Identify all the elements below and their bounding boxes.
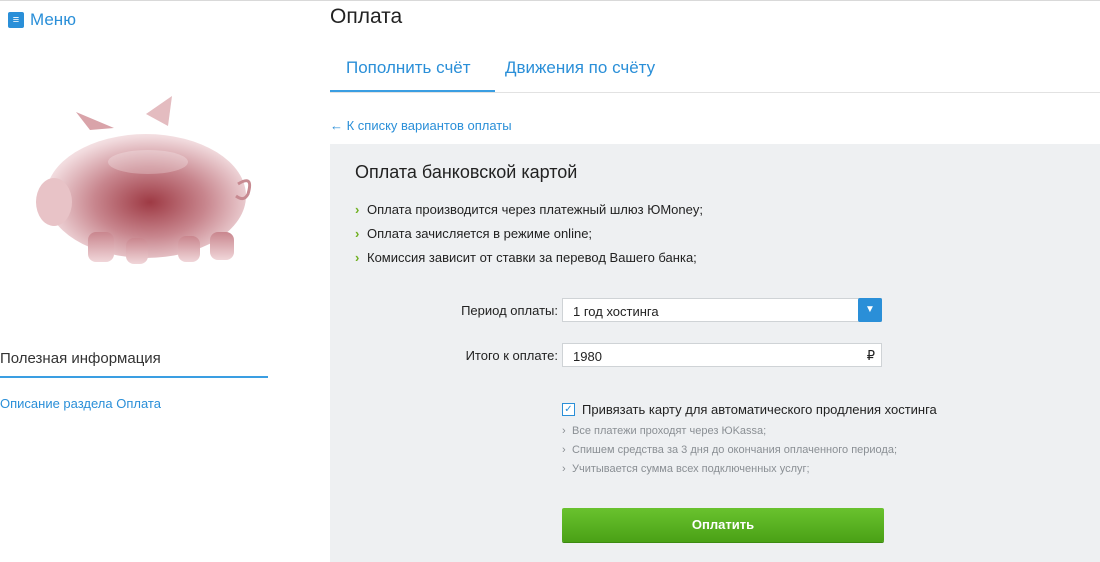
back-to-payment-options-link[interactable]: ← К списку вариантов оплаты [330,118,512,133]
period-select[interactable]: 1 год хостинга ▼ [562,298,882,322]
checkmark-icon: ✓ [564,404,573,415]
list-item: › Учитывается сумма всех подключенных усл… [562,462,897,481]
tab-account-history[interactable]: Движения по счёту [505,58,655,78]
autorenew-label: Привязать карту для автоматического прод… [582,402,937,417]
menu-label: Меню [30,10,76,29]
info-section-title: Полезная информация [0,350,161,367]
chevron-right-icon: › [355,250,360,265]
info-section-underline [0,376,268,378]
chevron-right-icon: › [355,202,360,217]
piggy-bank-image [36,96,252,264]
chevron-right-icon: › [562,463,566,475]
panel-title: Оплата банковской картой [355,162,578,182]
chevron-right-icon: › [355,226,360,241]
autorenew-option[interactable]: ✓ Привязать карту для автоматического пр… [562,402,937,417]
total-amount-field[interactable]: 1980 ₽ [562,343,882,367]
payment-description-link[interactable]: Описание раздела Оплата [0,396,161,411]
period-label: Период оплаты: [461,303,558,318]
list-item: › Комиссия зависит от ставки за перевод В… [355,250,703,274]
period-select-value: 1 год хостинга [573,304,659,319]
tab-top-up[interactable]: Пополнить счёт [346,58,471,78]
chevron-right-icon: › [562,425,566,437]
pay-button[interactable]: Оплатить [562,508,884,542]
card-payment-panel: Оплата банковской картой › Оплата произво… [330,144,1100,562]
menu-button[interactable]: ≡ Меню [8,10,76,30]
total-label: Итого к оплате: [465,348,558,363]
chevron-down-icon[interactable]: ▼ [858,298,882,322]
period-row: Период оплаты: 1 год хостинга ▼ [330,298,1100,324]
total-row: Итого к оплате: 1980 ₽ [330,343,1100,369]
active-tab-indicator [330,90,495,92]
list-item: › Оплата производится через платежный шлю… [355,202,703,226]
total-amount-value: 1980 [573,349,602,364]
ruble-sign: ₽ [866,348,875,363]
payment-info-list: › Оплата производится через платежный шлю… [355,202,703,274]
tab-bar: Пополнить счёт Движения по счёту [330,48,1100,93]
list-item: › Оплата зачисляется в режиме online; [355,226,703,250]
autorenew-notes: › Все платежи проходят через ЮKassa; › Спи… [562,424,897,481]
chevron-right-icon: › [562,444,566,456]
menu-icon: ≡ [8,12,24,28]
top-divider [0,0,1100,1]
autorenew-checkbox[interactable]: ✓ [562,403,575,416]
page-title: Оплата [330,5,403,28]
list-item: › Все платежи проходят через ЮKassa; [562,424,897,443]
list-item: › Спишем средства за 3 дня до окончания о… [562,443,897,462]
